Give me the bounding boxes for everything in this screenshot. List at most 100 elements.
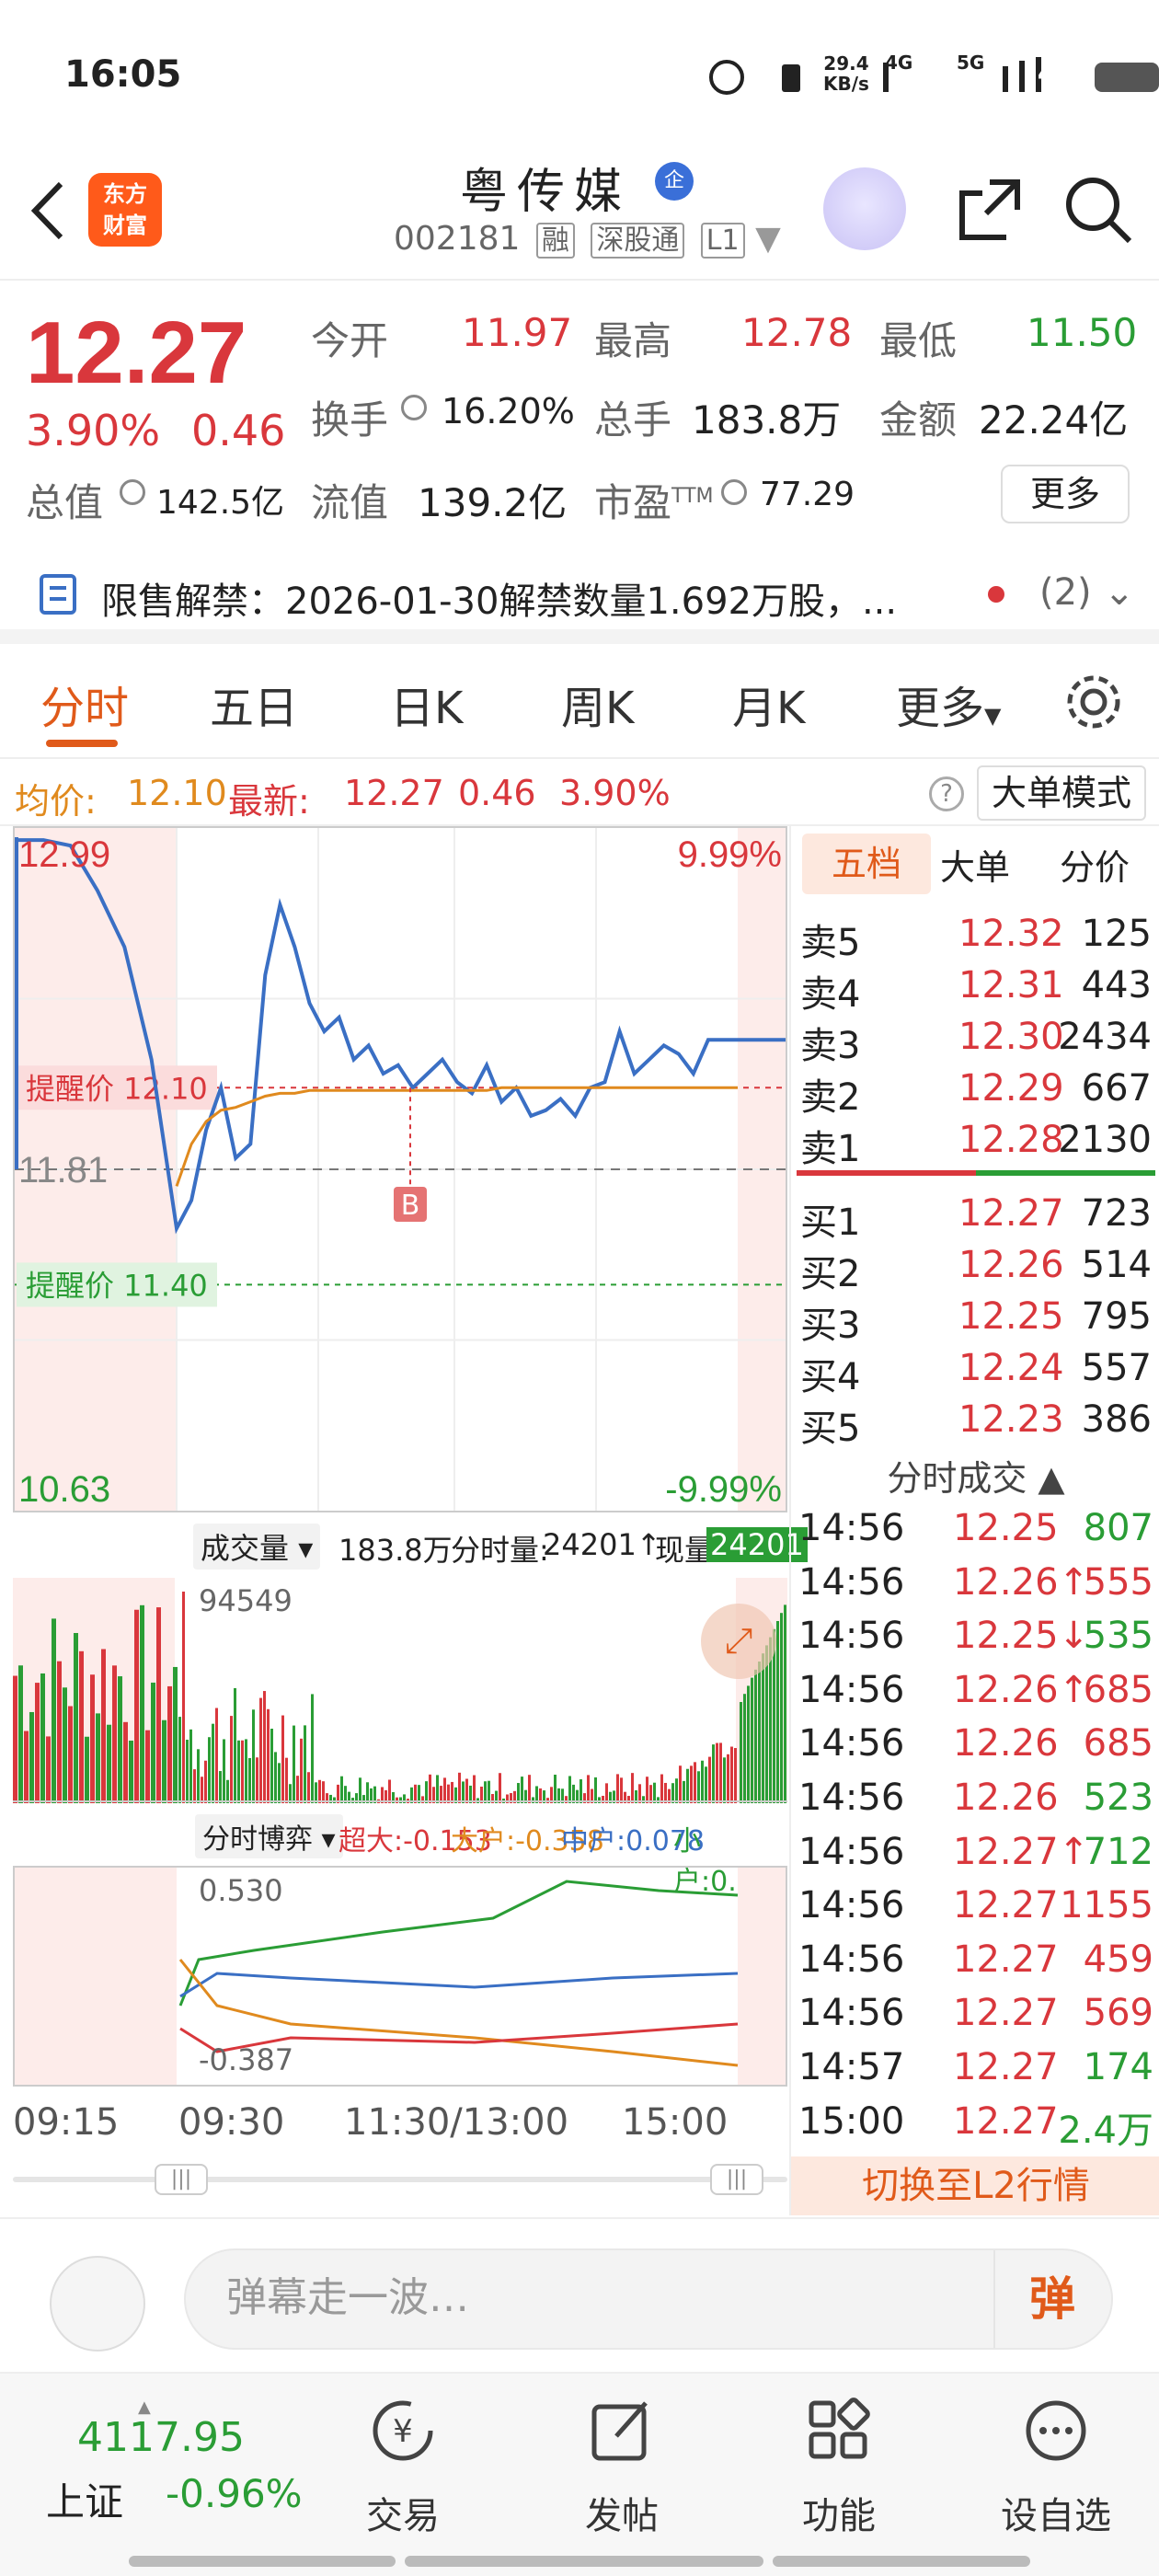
tab-more[interactable]: 更多▼ — [896, 672, 1001, 736]
trade-row: 14:56 12.25↓ 535 — [798, 1615, 1159, 1668]
low-label: 最低 — [879, 318, 958, 363]
volume-bar — [671, 1783, 674, 1803]
volume-bar — [572, 1784, 575, 1803]
trade-row: 14:56 12.26 523 — [798, 1777, 1159, 1830]
volume-bar — [57, 1661, 62, 1803]
volume-bar — [675, 1778, 678, 1803]
tab-weekly-k[interactable]: 周K — [561, 672, 634, 736]
volume-bar — [646, 1777, 648, 1803]
volume-bar — [256, 1757, 258, 1803]
range-handle-right[interactable]: ||| — [710, 2164, 763, 2195]
volume-bar — [289, 1784, 292, 1803]
high-value: 12.78 — [741, 310, 853, 355]
volume-chart[interactable]: 94549 ⤢ — [13, 1578, 787, 1803]
volume-bar — [686, 1768, 689, 1803]
info-icon[interactable] — [120, 479, 145, 505]
volume-bar — [765, 1645, 768, 1803]
share-icon[interactable] — [953, 173, 1027, 247]
trade-row: 14:56 12.26 685 — [798, 1722, 1159, 1776]
volume-bar — [215, 1708, 218, 1803]
lockup-notice[interactable]: 限售解禁：2026-01-30解禁数量1.692万股，... (2) ⌄ — [0, 547, 1159, 644]
range-handle-left[interactable]: ||| — [155, 2164, 208, 2195]
volume-bar — [304, 1725, 306, 1803]
battery-level: 49 — [1038, 61, 1072, 88]
volume-bar — [293, 1725, 295, 1803]
volume-bar — [230, 1716, 233, 1803]
tab-big-orders[interactable]: 大单 — [940, 839, 1010, 890]
danmaku-send-button[interactable]: 弹 — [993, 2250, 1109, 2348]
volume-bar — [167, 1685, 172, 1803]
volume-bar — [780, 1613, 783, 1803]
trade-price: 12.27 — [953, 2046, 1059, 2088]
trade-volume: 459 — [1083, 1938, 1153, 1981]
tab-five-levels[interactable]: 五档 — [802, 834, 931, 894]
trades-title[interactable]: 分时成交 ▲ — [791, 1450, 1159, 1501]
trade-row: 14:56 12.27↑ 712 — [798, 1831, 1159, 1884]
ask-level-label: 卖1 — [800, 1128, 861, 1170]
time-label: 09:15 — [13, 2101, 120, 2144]
capital-flow-chart[interactable]: 0.530 -0.387 — [13, 1866, 787, 2087]
intraday-chart[interactable]: 提醒价 12.10 提醒价 11.40 B 12.99 9.99% 11.81 10.63 -… — [13, 826, 787, 1512]
tab-price-dist[interactable]: 分价 — [1060, 839, 1130, 890]
trade-row: 14:56 12.26↑ 685 — [798, 1669, 1159, 1722]
danmaku-input[interactable]: 弹幕走一波… 弹 — [184, 2248, 1113, 2350]
volume-bar — [653, 1782, 656, 1803]
volume-bar — [638, 1784, 641, 1803]
info-icon[interactable] — [721, 479, 747, 505]
volume-select[interactable]: 成交量 ▾ — [193, 1524, 321, 1570]
latest-value: 12.27 — [344, 773, 444, 813]
quote-panel: 12.27 3.90% 0.46 总值 142.5亿 今开 11.97 最高 1… — [0, 281, 1159, 547]
order-book-panel: 五档 大单 分价 卖5 12.32 125 卖4 12.31 443 卖3 12.30 2434… — [789, 826, 1159, 2215]
order-book-tabs: 五档 大单 分价 — [791, 826, 1159, 907]
volume-bar — [300, 1738, 303, 1803]
tab-intraday[interactable]: 分时 — [40, 672, 129, 736]
volume-bar — [281, 1715, 284, 1803]
help-icon[interactable]: ? — [929, 776, 964, 811]
more-button[interactable]: 更多 — [1001, 465, 1130, 523]
info-icon[interactable] — [401, 395, 427, 420]
volume-bar — [730, 1746, 733, 1803]
capital-flow-select[interactable]: 分时博弈 ▾ — [195, 1814, 343, 1858]
volume-bar — [743, 1694, 746, 1803]
volume-bar — [683, 1780, 685, 1803]
nav-functions[interactable]: 功能 — [756, 2394, 922, 2539]
chevron-down-icon[interactable]: ⌄ — [1104, 571, 1135, 614]
robot-assistant-icon[interactable] — [823, 167, 906, 250]
tab-monthly-k[interactable]: 月K — [732, 672, 805, 736]
dropdown-icon[interactable]: ▼ — [755, 220, 781, 258]
settings-gear-icon[interactable] — [1063, 672, 1124, 732]
tab-daily-k[interactable]: 日K — [390, 672, 463, 736]
tab-five-day[interactable]: 五日 — [210, 672, 298, 736]
ask-volume: 2434 — [1058, 1016, 1152, 1058]
switch-l2-button[interactable]: 切换至L2行情 — [791, 2156, 1159, 2215]
danmaku-placeholder: 弹幕走一波… — [226, 2274, 469, 2321]
volume-bar — [484, 1781, 487, 1803]
nav-add-watchlist[interactable]: 设自选 — [973, 2394, 1139, 2539]
trade-volume: 685 — [1083, 1722, 1153, 1765]
expand-icon[interactable]: ⤢ — [701, 1604, 776, 1679]
big-order-mode-button[interactable]: 大单模式 — [977, 765, 1146, 821]
search-icon[interactable] — [1060, 171, 1137, 248]
bid-volume: 514 — [1081, 1244, 1152, 1286]
enterprise-badge: 企 — [655, 162, 694, 201]
home-indicator — [129, 2556, 1030, 2567]
signal-5g: 5G — [957, 52, 985, 74]
volume-bar — [488, 1780, 490, 1803]
stock-code-row[interactable]: 002181 融 深股通 L1 ▼ — [394, 217, 781, 259]
volume-bar — [333, 1797, 336, 1803]
back-icon[interactable] — [26, 178, 68, 243]
status-time: 16:05 — [64, 53, 182, 96]
trade-volume: 685 — [1083, 1668, 1153, 1711]
mid-label: 中户: — [561, 1825, 626, 1857]
nav-trade[interactable]: ¥ 交易 — [320, 2394, 486, 2539]
volume-bar — [359, 1777, 361, 1803]
comment-settings-icon[interactable] — [50, 2256, 145, 2352]
time-range-scrollbar[interactable]: ||| ||| — [13, 2164, 787, 2195]
trade-volume: 712 — [1083, 1830, 1153, 1873]
volume-bar — [270, 1729, 273, 1803]
volume-bar — [145, 1730, 150, 1803]
nav-post[interactable]: 发帖 — [539, 2394, 705, 2539]
volume-bar — [134, 1609, 139, 1803]
volume-peak: 94549 — [199, 1583, 293, 1618]
latest-percent: 3.90% — [559, 773, 671, 813]
